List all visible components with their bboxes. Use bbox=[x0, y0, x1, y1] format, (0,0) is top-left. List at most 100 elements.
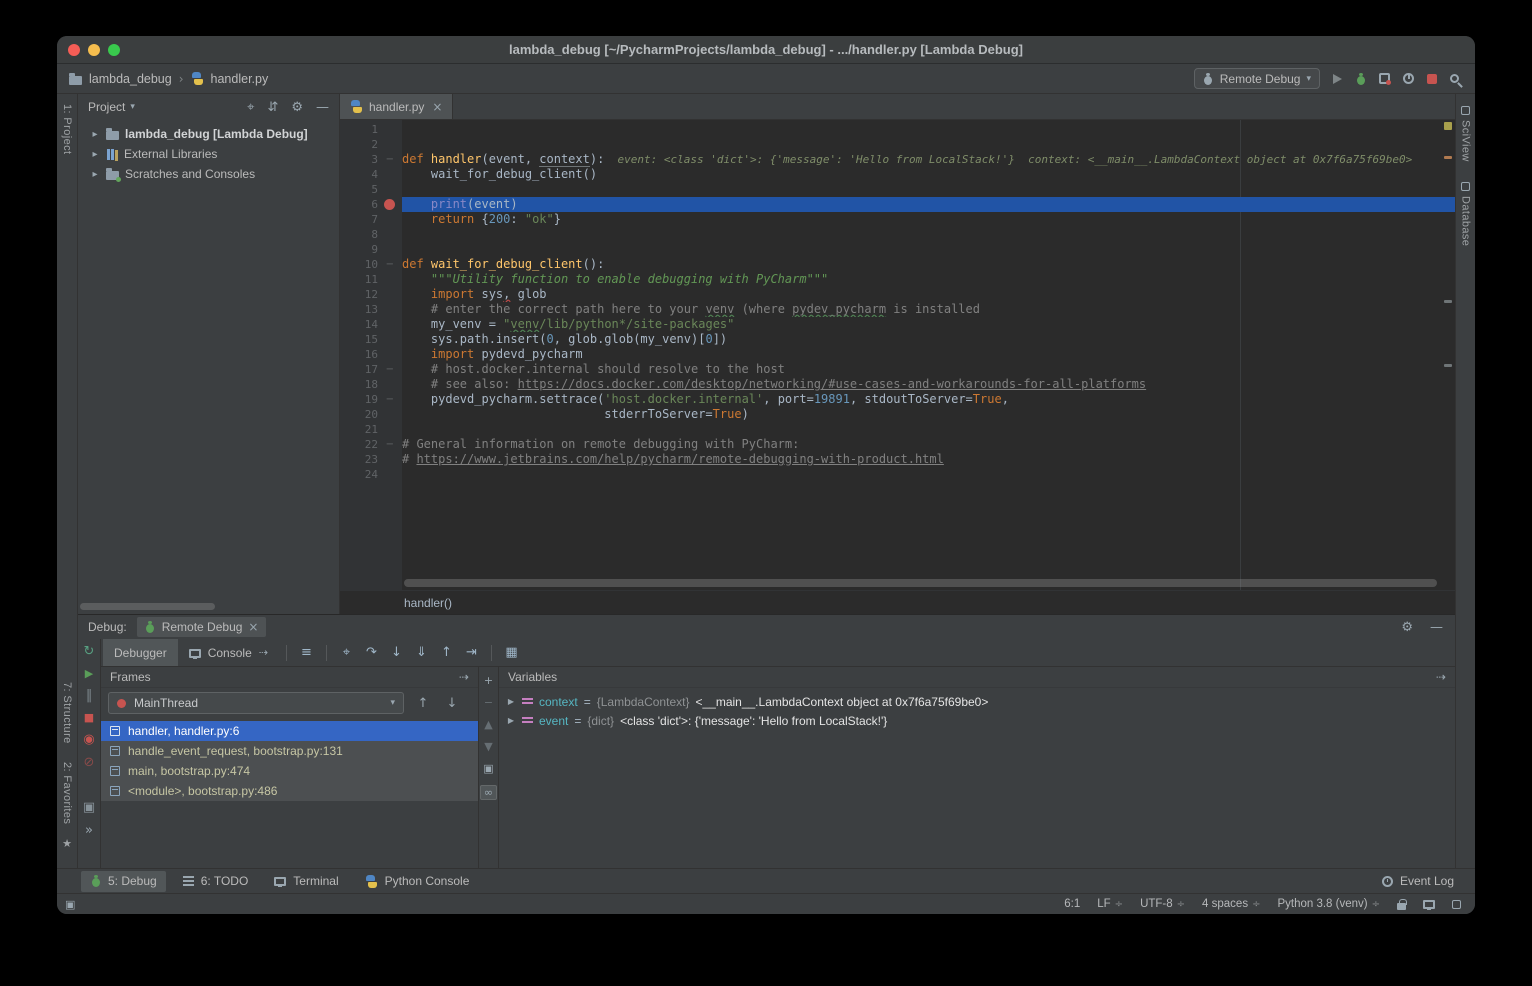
frame-row[interactable]: handler, handler.py:6 bbox=[101, 721, 478, 741]
locate-file-icon[interactable]: ⌖ bbox=[247, 101, 254, 114]
code-line[interactable]: 21 bbox=[340, 422, 1455, 437]
toolwindow-switcher-icon[interactable]: ▣ bbox=[65, 898, 75, 911]
line-number[interactable]: 6 bbox=[340, 197, 402, 212]
code-line[interactable]: 13 # enter the correct path here to your… bbox=[340, 302, 1455, 317]
close-window-button[interactable] bbox=[68, 44, 80, 56]
add-watch-icon[interactable]: + bbox=[484, 675, 493, 686]
code-text[interactable]: pydevd_pycharm.settrace('host.docker.int… bbox=[402, 392, 1455, 407]
code-line[interactable]: 19− pydevd_pycharm.settrace('host.docker… bbox=[340, 392, 1455, 407]
profiler-button[interactable] bbox=[1403, 73, 1414, 84]
zoom-window-button[interactable] bbox=[108, 44, 120, 56]
tab-debugger[interactable]: Debugger bbox=[103, 639, 178, 666]
code-line[interactable]: 14 my_venv = "venv/lib/python*/site-pack… bbox=[340, 317, 1455, 332]
code-text[interactable] bbox=[402, 137, 1455, 152]
code-text[interactable]: import sys, glob bbox=[402, 287, 1455, 302]
code-text[interactable] bbox=[402, 227, 1455, 242]
run-button[interactable] bbox=[1333, 74, 1342, 84]
code-text[interactable] bbox=[402, 467, 1455, 482]
code-line[interactable]: 8 bbox=[340, 227, 1455, 242]
code-line[interactable]: 4 wait_for_debug_client() bbox=[340, 167, 1455, 182]
code-text[interactable]: wait_for_debug_client() bbox=[402, 167, 1455, 182]
line-number[interactable]: 22− bbox=[340, 437, 402, 452]
toolwindow-button-sciview[interactable]: SciView bbox=[1460, 106, 1472, 162]
line-number[interactable]: 21 bbox=[340, 422, 402, 437]
code-line[interactable]: 11 """Utility function to enable debuggi… bbox=[340, 272, 1455, 287]
chevron-down-icon[interactable]: ▾ bbox=[130, 102, 135, 112]
gear-icon[interactable]: ⚙ bbox=[291, 101, 303, 114]
move-down-icon[interactable]: ▼ bbox=[484, 741, 492, 752]
tree-expand-icon[interactable]: ▸ bbox=[90, 169, 100, 180]
code-text[interactable]: return {200: "ok"} bbox=[402, 212, 1455, 227]
project-panel-title[interactable]: Project bbox=[88, 100, 125, 114]
next-frame-icon[interactable]: ↓ bbox=[442, 696, 462, 711]
toolwindow-button-debug[interactable]: 5: Debug bbox=[81, 871, 166, 892]
variable-row[interactable]: ▶event = {dict} <class 'dict'>: {'messag… bbox=[499, 711, 1455, 730]
toolwindow-button-python-console[interactable]: Python Console bbox=[356, 871, 479, 892]
gear-icon[interactable]: ⚙ bbox=[1401, 620, 1413, 635]
indent-widget[interactable]: 4 spaces ÷ bbox=[1202, 898, 1260, 910]
frame-row[interactable]: main, bootstrap.py:474 bbox=[101, 761, 478, 781]
line-number[interactable]: 20 bbox=[340, 407, 402, 422]
rerun-icon[interactable]: ↻ bbox=[81, 645, 97, 658]
variable-row[interactable]: ▶context = {LambdaContext} <__main__.Lam… bbox=[499, 692, 1455, 711]
encoding-widget[interactable]: UTF-8 ÷ bbox=[1140, 898, 1185, 910]
remove-watch-icon[interactable]: − bbox=[484, 697, 493, 708]
caret-position-widget[interactable]: 6:1 bbox=[1064, 898, 1080, 910]
editor-horizontal-scrollbar[interactable] bbox=[404, 579, 1437, 587]
expand-arrow-icon[interactable]: ▶ bbox=[506, 716, 516, 725]
line-number[interactable]: 9 bbox=[340, 242, 402, 257]
resume-program-icon[interactable]: ▶ bbox=[81, 668, 97, 679]
error-stripe-mark[interactable] bbox=[1444, 364, 1452, 367]
code-text[interactable] bbox=[402, 422, 1455, 437]
scroll-from-source-icon[interactable]: ⇵ bbox=[267, 101, 278, 114]
toolwindow-button-todo[interactable]: 6: TODO bbox=[174, 871, 258, 892]
code-text[interactable]: sys.path.insert(0, glob.glob(my_venv)[0]… bbox=[402, 332, 1455, 347]
line-number[interactable]: 8 bbox=[340, 227, 402, 242]
interpreter-widget[interactable]: Python 3.8 (venv) ÷ bbox=[1277, 898, 1380, 910]
code-line[interactable]: 24 bbox=[340, 467, 1455, 482]
debug-button[interactable] bbox=[1355, 73, 1366, 85]
code-line[interactable]: 5 bbox=[340, 182, 1455, 197]
toolwindow-button-database[interactable]: Database bbox=[1460, 182, 1472, 246]
line-number[interactable]: 11 bbox=[340, 272, 402, 287]
line-number[interactable]: 15 bbox=[340, 332, 402, 347]
step-into-icon[interactable]: ↓ bbox=[384, 646, 409, 659]
tree-item[interactable]: ▸External Libraries bbox=[78, 144, 339, 164]
title-bar[interactable]: lambda_debug [~/PycharmProjects/lambda_d… bbox=[57, 36, 1475, 64]
inspection-status-square[interactable] bbox=[1444, 122, 1452, 130]
move-up-icon[interactable]: ▲ bbox=[484, 719, 492, 730]
pause-program-icon[interactable]: ‖ bbox=[81, 689, 97, 702]
code-text[interactable]: # https://www.jetbrains.com/help/pycharm… bbox=[402, 452, 1455, 467]
debug-session-tab[interactable]: Remote Debug × bbox=[137, 617, 267, 637]
code-text[interactable] bbox=[402, 242, 1455, 257]
code-text[interactable]: print(event) bbox=[402, 197, 1455, 212]
close-session-icon[interactable]: × bbox=[248, 620, 258, 634]
toolwindow-button-project[interactable]: 1: Project bbox=[61, 104, 73, 154]
line-number[interactable]: 10− bbox=[340, 257, 402, 272]
line-number[interactable]: 24 bbox=[340, 467, 402, 482]
tab-console[interactable]: Console ⇢ bbox=[178, 639, 279, 666]
line-separator-widget[interactable]: LF ÷ bbox=[1097, 898, 1123, 910]
line-number[interactable]: 16 bbox=[340, 347, 402, 362]
fold-marker-icon[interactable]: − bbox=[386, 257, 394, 272]
code-text[interactable]: def wait_for_debug_client(): bbox=[402, 257, 1455, 272]
line-number[interactable]: 2 bbox=[340, 137, 402, 152]
thread-selector[interactable]: MainThread ▾ bbox=[108, 692, 404, 714]
line-number[interactable]: 13 bbox=[340, 302, 402, 317]
code-line[interactable]: 18 # see also: https://docs.docker.com/d… bbox=[340, 377, 1455, 392]
code-line[interactable]: 10−def wait_for_debug_client(): bbox=[340, 257, 1455, 272]
stop-icon[interactable]: ■ bbox=[81, 712, 97, 723]
code-text[interactable]: def handler(event, context): event: <cla… bbox=[402, 152, 1455, 167]
line-number[interactable]: 12 bbox=[340, 287, 402, 302]
code-line[interactable]: 6 print(event) bbox=[340, 197, 1455, 212]
error-stripe-mark[interactable] bbox=[1444, 156, 1452, 159]
layout-menu-icon[interactable]: ≡ bbox=[294, 646, 319, 659]
expand-arrow-icon[interactable]: ▶ bbox=[506, 697, 516, 706]
code-text[interactable]: """Utility function to enable debugging … bbox=[402, 272, 1455, 287]
code-line[interactable]: 7 return {200: "ok"} bbox=[340, 212, 1455, 227]
tree-item[interactable]: ▸lambda_debug [Lambda Debug] bbox=[78, 124, 339, 144]
code-line[interactable]: 12 import sys, glob bbox=[340, 287, 1455, 302]
stop-button[interactable] bbox=[1427, 74, 1437, 84]
code-text[interactable]: # enter the correct path here to your ve… bbox=[402, 302, 1455, 317]
line-number[interactable]: 3− bbox=[340, 152, 402, 167]
